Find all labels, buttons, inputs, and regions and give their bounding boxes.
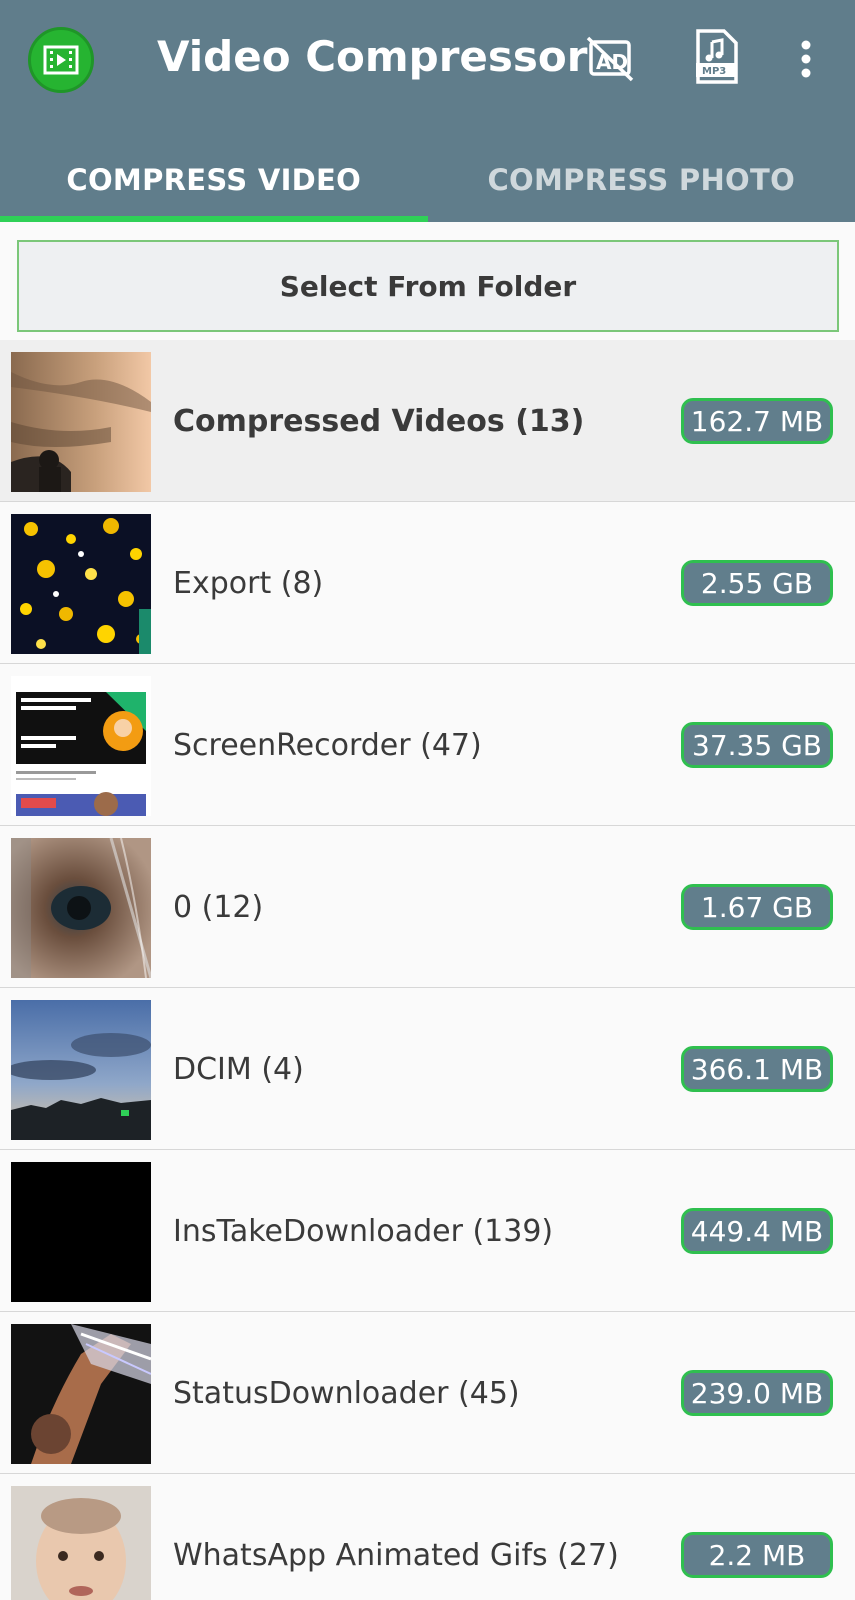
folder-size-badge: 2.2 MB [681, 1532, 833, 1578]
folder-size-badge: 239.0 MB [681, 1370, 833, 1416]
folder-size-badge: 37.35 GB [681, 722, 833, 768]
app-bar: Video Compressor AD MP3 COMPRESS V [0, 0, 855, 222]
folder-size-badge: 162.7 MB [681, 398, 833, 444]
folder-name: ScreenRecorder (47) [173, 727, 482, 763]
folder-row[interactable]: StatusDownloader (45) 239.0 MB [0, 1312, 855, 1474]
folder-thumbnail [11, 838, 151, 978]
folder-thumbnail [11, 1000, 151, 1140]
folder-name: StatusDownloader (45) [173, 1375, 520, 1411]
app-title: Video Compressor [157, 32, 588, 81]
folder-row[interactable]: Compressed Videos (13) 162.7 MB [0, 340, 855, 502]
folder-row[interactable]: Export (8) 2.55 GB [0, 502, 855, 664]
tab-bar: COMPRESS VIDEO COMPRESS PHOTO [0, 138, 855, 222]
folder-thumbnail [11, 676, 151, 816]
folder-list: Compressed Videos (13) 162.7 MB Export (… [0, 340, 855, 1600]
svg-text:MP3: MP3 [702, 66, 726, 77]
folder-name: DCIM (4) [173, 1051, 304, 1087]
ad-free-icon[interactable]: AD [586, 36, 636, 82]
folder-thumbnail [11, 1162, 151, 1302]
folder-size-badge: 449.4 MB [681, 1208, 833, 1254]
folder-thumbnail [11, 1486, 151, 1600]
folder-name: Export (8) [173, 565, 324, 601]
folder-row[interactable]: 0 (12) 1.67 GB [0, 826, 855, 988]
tab-compress-video[interactable]: COMPRESS VIDEO [0, 138, 428, 222]
tab-indicator [0, 216, 428, 222]
folder-size-badge: 2.55 GB [681, 560, 833, 606]
folder-name: InsTakeDownloader (139) [173, 1213, 554, 1249]
folder-name: Compressed Videos (13) [173, 403, 585, 439]
app-root: Video Compressor AD MP3 COMPRESS V [0, 0, 855, 1600]
select-from-folder-button[interactable]: Select From Folder [17, 240, 839, 332]
more-vert-icon[interactable] [788, 36, 824, 82]
folder-thumbnail [11, 514, 151, 654]
folder-name: WhatsApp Animated Gifs (27) [173, 1537, 619, 1573]
folder-size-badge: 1.67 GB [681, 884, 833, 930]
folder-row[interactable]: WhatsApp Animated Gifs (27) 2.2 MB [0, 1474, 855, 1600]
folder-row[interactable]: ScreenRecorder (47) 37.35 GB [0, 664, 855, 826]
folder-size-badge: 366.1 MB [681, 1046, 833, 1092]
folder-row[interactable]: InsTakeDownloader (139) 449.4 MB [0, 1150, 855, 1312]
mp3-icon[interactable]: MP3 [692, 28, 740, 86]
folder-name: 0 (12) [173, 889, 264, 925]
app-logo-icon [28, 27, 94, 93]
folder-thumbnail [11, 352, 151, 492]
folder-thumbnail [11, 1324, 151, 1464]
tab-compress-photo[interactable]: COMPRESS PHOTO [428, 138, 855, 222]
folder-row[interactable]: DCIM (4) 366.1 MB [0, 988, 855, 1150]
